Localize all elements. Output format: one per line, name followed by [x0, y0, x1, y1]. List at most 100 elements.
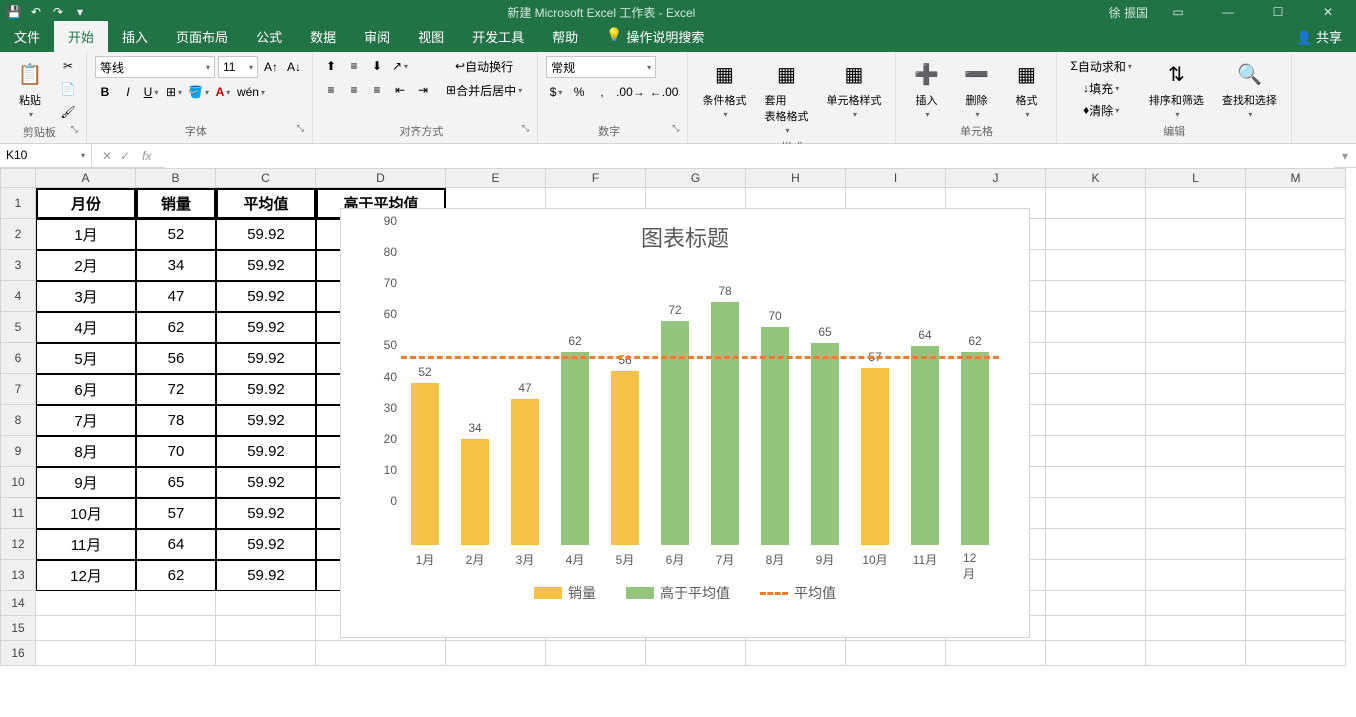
tab-home[interactable]: 开始	[54, 21, 108, 52]
cell[interactable]	[1146, 641, 1246, 666]
chart-object[interactable]: 图表标题 0102030405060708090 523447625672787…	[340, 208, 1030, 638]
bar[interactable]: 56	[611, 371, 639, 545]
cell[interactable]: 2月	[36, 250, 136, 281]
row-header-3[interactable]: 3	[0, 250, 36, 281]
paste-button[interactable]: 📋粘贴▾	[8, 56, 52, 121]
cell[interactable]	[1146, 436, 1246, 467]
cell[interactable]	[1146, 560, 1246, 591]
cell[interactable]: 62	[136, 560, 216, 591]
align-bottom-icon[interactable]: ⬇	[367, 56, 387, 76]
percent-icon[interactable]: %	[569, 82, 589, 102]
row-header-4[interactable]: 4	[0, 281, 36, 312]
cell[interactable]: 8月	[36, 436, 136, 467]
cell[interactable]: 平均值	[216, 188, 316, 219]
sort-filter-button[interactable]: ⇅排序和筛选▾	[1143, 56, 1210, 121]
row-header-14[interactable]: 14	[0, 591, 36, 616]
plot-area[interactable]: 523447625672787065576462	[401, 265, 999, 545]
bar[interactable]: 62	[561, 352, 589, 545]
share-button[interactable]: 👤 共享	[1282, 21, 1356, 52]
cell-styles-button[interactable]: ▦单元格样式▾	[820, 56, 887, 121]
dialog-launcher-icon[interactable]: ⤡	[297, 123, 304, 134]
bar[interactable]: 34	[461, 439, 489, 545]
cell[interactable]	[1146, 591, 1246, 616]
cut-icon[interactable]: ✂	[58, 56, 78, 76]
col-header-A[interactable]: A	[36, 168, 136, 188]
border-button[interactable]: ⊞▾	[164, 82, 184, 102]
cell[interactable]: 59.92	[216, 312, 316, 343]
bar[interactable]: 57	[861, 368, 889, 545]
avg-line[interactable]	[401, 356, 999, 359]
cell[interactable]: 月份	[36, 188, 136, 219]
enter-formula-icon[interactable]: ✓	[120, 149, 130, 163]
phonetic-button[interactable]: wén▾	[236, 82, 266, 102]
cell[interactable]	[1146, 219, 1246, 250]
increase-decimal-icon[interactable]: .00→	[615, 82, 646, 102]
cell[interactable]: 6月	[36, 374, 136, 405]
tab-help[interactable]: 帮助	[538, 21, 592, 52]
cell[interactable]	[1146, 312, 1246, 343]
cell[interactable]: 9月	[36, 467, 136, 498]
cell[interactable]	[1246, 641, 1346, 666]
decrease-font-icon[interactable]: A↓	[284, 57, 304, 77]
col-header-E[interactable]: E	[446, 168, 546, 188]
align-right-icon[interactable]: ≡	[367, 80, 387, 100]
cell[interactable]: 78	[136, 405, 216, 436]
cell[interactable]	[1246, 343, 1346, 374]
col-header-M[interactable]: M	[1246, 168, 1346, 188]
cell[interactable]	[1246, 467, 1346, 498]
cell[interactable]: 5月	[36, 343, 136, 374]
dialog-launcher-icon[interactable]: ⤡	[71, 124, 78, 135]
cell[interactable]	[1046, 560, 1146, 591]
cell[interactable]: 59.92	[216, 405, 316, 436]
cell[interactable]	[316, 641, 446, 666]
col-header-G[interactable]: G	[646, 168, 746, 188]
cell[interactable]: 57	[136, 498, 216, 529]
cell[interactable]	[216, 591, 316, 616]
indent-decrease-icon[interactable]: ⇤	[390, 80, 410, 100]
col-header-H[interactable]: H	[746, 168, 846, 188]
cell[interactable]	[1046, 529, 1146, 560]
row-header-2[interactable]: 2	[0, 219, 36, 250]
align-left-icon[interactable]: ≡	[321, 80, 341, 100]
cell[interactable]	[1246, 616, 1346, 641]
fill-color-button[interactable]: 🪣▾	[187, 82, 210, 102]
align-middle-icon[interactable]: ≡	[344, 56, 364, 76]
cell[interactable]	[1146, 467, 1246, 498]
row-header-7[interactable]: 7	[0, 374, 36, 405]
bar[interactable]: 64	[911, 346, 939, 545]
tab-insert[interactable]: 插入	[108, 21, 162, 52]
autosum-button[interactable]: Σ 自动求和▾	[1065, 56, 1136, 76]
cell[interactable]	[1246, 374, 1346, 405]
chart-title[interactable]: 图表标题	[341, 209, 1029, 265]
cond-format-button[interactable]: ▦条件格式▾	[696, 56, 752, 121]
col-header-I[interactable]: I	[846, 168, 946, 188]
cell[interactable]: 47	[136, 281, 216, 312]
cell[interactable]: 65	[136, 467, 216, 498]
formula-bar[interactable]	[165, 144, 1334, 168]
row-header-12[interactable]: 12	[0, 529, 36, 560]
cell[interactable]	[546, 641, 646, 666]
cell[interactable]	[1046, 405, 1146, 436]
cell[interactable]	[136, 591, 216, 616]
minimize-icon[interactable]: —	[1208, 0, 1248, 24]
cell[interactable]	[1046, 498, 1146, 529]
merge-center-button[interactable]: ⊞ 合并后居中▾	[439, 80, 529, 100]
undo-icon[interactable]: ↶	[28, 4, 44, 20]
col-header-D[interactable]: D	[316, 168, 446, 188]
tab-review[interactable]: 审阅	[350, 21, 404, 52]
cell[interactable]	[746, 641, 846, 666]
cell[interactable]	[1146, 250, 1246, 281]
cell[interactable]	[1146, 529, 1246, 560]
row-header-5[interactable]: 5	[0, 312, 36, 343]
cell[interactable]: 72	[136, 374, 216, 405]
cell[interactable]	[36, 591, 136, 616]
cell[interactable]	[1146, 343, 1246, 374]
expand-formula-icon[interactable]: ▾	[1334, 149, 1356, 163]
cell[interactable]	[1146, 616, 1246, 641]
dialog-launcher-icon[interactable]: ⤡	[522, 123, 529, 134]
cell[interactable]	[36, 616, 136, 641]
cell[interactable]	[1146, 281, 1246, 312]
cell[interactable]	[646, 641, 746, 666]
cell[interactable]: 59.92	[216, 560, 316, 591]
align-top-icon[interactable]: ⬆	[321, 56, 341, 76]
